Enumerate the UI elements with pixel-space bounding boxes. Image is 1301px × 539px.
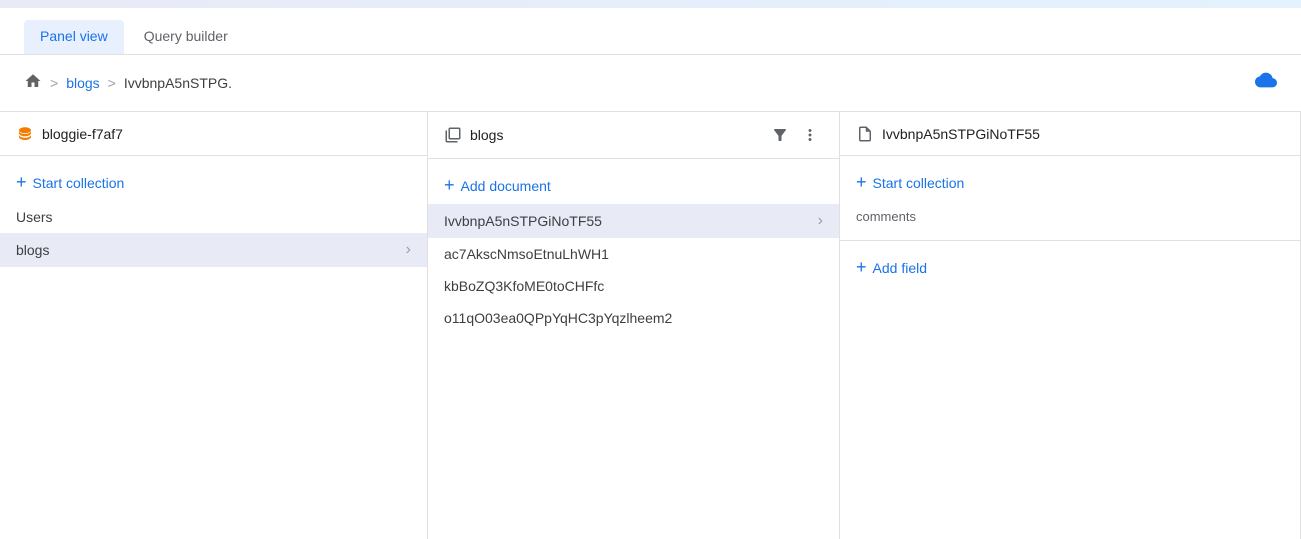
- list-item-doc-1[interactable]: ac7AkscNmsoEtnuLhWH1: [428, 238, 839, 270]
- start-collection-left[interactable]: + Start collection: [0, 164, 427, 201]
- add-document[interactable]: + Add document: [428, 167, 839, 204]
- start-collection-right[interactable]: + Start collection: [840, 164, 1300, 201]
- panel-right-header: IvvbnpA5nSTPGiNoTF55: [840, 112, 1300, 156]
- tab-panel-view[interactable]: Panel view: [24, 20, 124, 54]
- panel-right: IvvbnpA5nSTPGiNoTF55 + Start collection …: [840, 112, 1301, 539]
- panel-middle-header: blogs: [428, 112, 839, 159]
- document-icon: [856, 125, 874, 143]
- list-item-blogs-label: blogs: [16, 242, 406, 258]
- panel-middle-body: + Add document IvvbnpA5nSTPGiNoTF55 › ac…: [428, 159, 839, 539]
- list-item-doc-2-label: kbBoZQ3KfoME0toCHFfc: [444, 278, 823, 294]
- list-item-doc-1-label: ac7AkscNmsoEtnuLhWH1: [444, 246, 823, 262]
- start-collection-right-label: Start collection: [873, 175, 965, 191]
- list-item-comments-label: comments: [856, 209, 1284, 224]
- list-item-blogs[interactable]: blogs ›: [0, 233, 427, 267]
- list-item-comments[interactable]: comments: [840, 201, 1300, 232]
- panel-middle-title: blogs: [470, 127, 759, 143]
- breadcrumb: > blogs > IvvbnpA5nSTPG.: [0, 55, 1301, 112]
- list-item-doc-3[interactable]: o11qO03ea0QPpYqHC3pYqzlheem2: [428, 302, 839, 334]
- panel-left-body: + Start collection Users blogs ›: [0, 156, 427, 539]
- add-field[interactable]: + Add field: [840, 249, 1300, 286]
- start-collection-left-label: Start collection: [33, 175, 125, 191]
- breadcrumb-blogs[interactable]: blogs: [66, 75, 99, 91]
- list-item-doc-0-label: IvvbnpA5nSTPGiNoTF55: [444, 213, 818, 229]
- breadcrumb-current: IvvbnpA5nSTPG.: [124, 75, 232, 91]
- panel-left-header: bloggie-f7af7: [0, 112, 427, 156]
- list-item-users[interactable]: Users: [0, 201, 427, 233]
- add-document-label: Add document: [461, 178, 551, 194]
- add-field-label: Add field: [873, 260, 927, 276]
- list-item-doc-2[interactable]: kbBoZQ3KfoME0toCHFfc: [428, 270, 839, 302]
- collection-icon: [444, 126, 462, 144]
- filter-button[interactable]: [767, 122, 793, 148]
- plus-icon-left: +: [16, 172, 27, 193]
- plus-icon-field: +: [856, 257, 867, 278]
- breadcrumb-sep-1: >: [50, 75, 58, 91]
- database-icon: [16, 125, 34, 143]
- panel-left: bloggie-f7af7 + Start collection Users b…: [0, 112, 428, 539]
- home-icon[interactable]: [24, 72, 42, 95]
- cloud-icon[interactable]: [1255, 69, 1277, 97]
- panel-left-title: bloggie-f7af7: [42, 126, 411, 142]
- tab-query-builder[interactable]: Query builder: [128, 20, 244, 54]
- tabs-bar: Panel view Query builder: [0, 8, 1301, 55]
- list-item-users-label: Users: [16, 209, 411, 225]
- panels-container: bloggie-f7af7 + Start collection Users b…: [0, 112, 1301, 539]
- list-item-doc-0[interactable]: IvvbnpA5nSTPGiNoTF55 ›: [428, 204, 839, 238]
- more-button[interactable]: [797, 122, 823, 148]
- list-item-doc-3-label: o11qO03ea0QPpYqHC3pYqzlheem2: [444, 310, 823, 326]
- panel-right-body: + Start collection comments + Add field: [840, 156, 1300, 539]
- chevron-right-blogs: ›: [406, 241, 411, 259]
- plus-icon-right: +: [856, 172, 867, 193]
- panel-middle-actions: [767, 122, 823, 148]
- panel-right-title: IvvbnpA5nSTPGiNoTF55: [882, 126, 1284, 142]
- chevron-right-doc-0: ›: [818, 212, 823, 230]
- plus-icon-middle: +: [444, 175, 455, 196]
- breadcrumb-sep-2: >: [108, 75, 116, 91]
- divider: [840, 240, 1300, 241]
- top-bar: [0, 0, 1301, 8]
- panel-middle: blogs + Add document IvvbnpA5nSTPGiNoTF5…: [428, 112, 840, 539]
